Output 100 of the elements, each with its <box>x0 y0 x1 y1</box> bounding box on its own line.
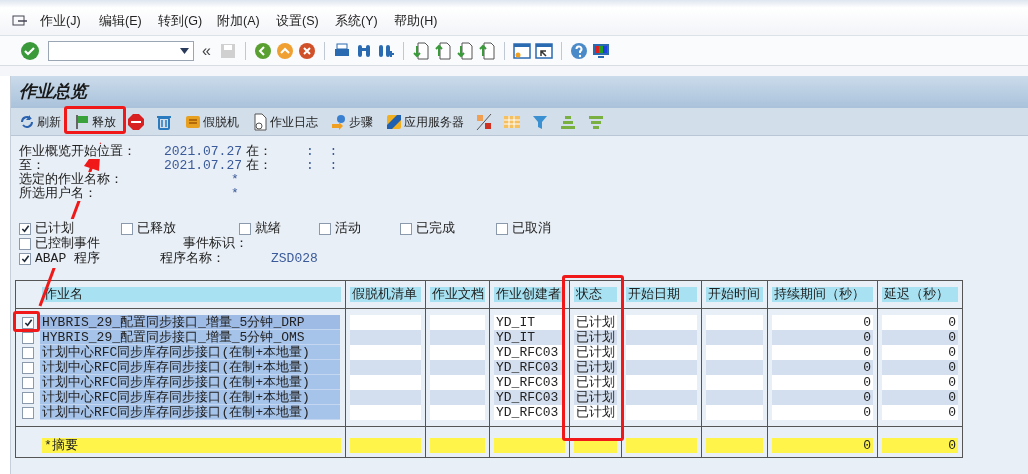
menu-item[interactable]: 设置(S) <box>276 12 335 31</box>
program-name: ZSD028 <box>271 249 318 268</box>
cancel-icon[interactable] <box>297 41 316 60</box>
table-cell: 0 <box>772 345 873 360</box>
table-cell <box>626 330 697 345</box>
table-cell: 0 <box>772 330 873 345</box>
table-cell <box>626 345 697 360</box>
help-icon[interactable] <box>569 41 588 60</box>
row-checkbox[interactable] <box>22 361 34 374</box>
check-icon <box>20 254 30 263</box>
summary-cell <box>494 438 565 453</box>
toolbar-button[interactable]: 步骤 <box>329 112 374 131</box>
checkbox[interactable] <box>121 222 133 235</box>
toolbar-button[interactable]: 作业日志 <box>250 112 319 131</box>
menu-item[interactable]: 附加(A) <box>217 12 276 31</box>
table-cell: 0 <box>882 405 958 420</box>
time-value: : : <box>306 145 338 159</box>
table-cell <box>430 345 485 360</box>
table-cell <box>706 375 763 390</box>
checkbox[interactable] <box>496 222 508 235</box>
job-name[interactable]: HYBRIS_29_配置同步接口_增量_5分钟_DRP <box>40 315 340 330</box>
table-cell <box>430 360 485 375</box>
history-button[interactable]: « <box>198 38 215 63</box>
command-field[interactable] <box>48 40 194 61</box>
table-cell: YD_RFC03 <box>494 345 565 360</box>
shortcut-icon[interactable] <box>534 41 553 60</box>
summary-cell <box>350 438 421 453</box>
table-cell <box>626 360 697 375</box>
column-header: 状态 <box>574 287 617 302</box>
field-label: 事件标识： <box>183 234 248 251</box>
table-cell: 0 <box>772 390 873 405</box>
next-page-icon[interactable] <box>455 41 474 60</box>
table-cell: YD_RFC03 <box>494 375 565 390</box>
checkbox[interactable] <box>19 222 31 235</box>
column-header: 作业文档 <box>430 287 485 302</box>
job-name[interactable]: 计划中心RFC同步库存同步接口(在制+本地量) <box>40 360 340 375</box>
column-header: 假脱机清单 <box>350 287 421 302</box>
toolbar-button[interactable]: 应用服务器 <box>384 112 465 131</box>
checkbox[interactable] <box>19 252 31 265</box>
menu-item[interactable]: 作业(J) <box>40 12 99 31</box>
flag-icon[interactable] <box>73 112 91 131</box>
server-icon[interactable] <box>385 112 403 131</box>
document-icon[interactable] <box>251 112 269 131</box>
checkbox[interactable] <box>239 222 251 235</box>
table-cell <box>626 315 697 330</box>
stop-icon[interactable] <box>127 112 145 131</box>
last-page-icon[interactable] <box>477 41 496 60</box>
checkbox[interactable] <box>319 222 331 235</box>
checkbox[interactable] <box>19 237 31 250</box>
table-cell <box>350 405 421 420</box>
date-value: 2021.07.27 <box>164 159 243 173</box>
table-cell: 已计划 <box>574 390 617 405</box>
table-cell <box>430 390 485 405</box>
table-cell: 已计划 <box>574 345 617 360</box>
checkbox[interactable] <box>400 222 412 235</box>
menu-item[interactable]: 帮助(H) <box>394 12 453 31</box>
criteria-value: * <box>231 173 239 187</box>
row-checkbox[interactable] <box>22 346 34 359</box>
table-cell <box>430 375 485 390</box>
table-cell: 0 <box>772 375 873 390</box>
steps-icon[interactable] <box>330 112 348 131</box>
exit-icon[interactable] <box>275 41 294 60</box>
row-checkbox[interactable] <box>22 391 34 404</box>
table-cell: 已计划 <box>574 360 617 375</box>
table-cell: 已计划 <box>574 375 617 390</box>
job-name[interactable]: 计划中心RFC同步库存同步接口(在制+本地量) <box>40 345 340 360</box>
time-value: : : <box>306 159 338 173</box>
menu-item[interactable]: 转到(G) <box>158 12 217 31</box>
toolbar-button[interactable]: 释放 <box>72 112 117 131</box>
check-icon <box>23 318 33 327</box>
column-header: 延迟（秒） <box>882 287 958 302</box>
new-window-icon[interactable] <box>512 41 531 60</box>
row-checkbox[interactable] <box>22 406 34 419</box>
grid-crossed-icon[interactable] <box>475 112 493 131</box>
enter-icon[interactable] <box>20 40 40 61</box>
toolbar-button[interactable]: 假脱机 <box>183 112 240 131</box>
toolbar-button[interactable]: 刷新 <box>17 112 62 131</box>
monitor-icon[interactable] <box>591 41 610 60</box>
menu-item[interactable]: 编辑(E) <box>99 12 158 31</box>
table-cell <box>430 330 485 345</box>
column-header: 持续期间（秒） <box>772 287 873 302</box>
back-icon[interactable] <box>253 41 272 60</box>
table-cell <box>350 315 421 330</box>
row-checkbox[interactable] <box>22 316 34 329</box>
table-cell: 已计划 <box>574 405 617 420</box>
table-cell <box>430 315 485 330</box>
job-name[interactable]: 计划中心RFC同步库存同步接口(在制+本地量) <box>40 375 340 390</box>
table-cell <box>706 360 763 375</box>
highlight-box <box>13 311 40 332</box>
previous-page-icon[interactable] <box>433 41 452 60</box>
table-cell: 0 <box>882 360 958 375</box>
job-name[interactable]: 计划中心RFC同步库存同步接口(在制+本地量) <box>40 390 340 405</box>
menu-icon[interactable] <box>12 14 28 29</box>
job-name[interactable]: 计划中心RFC同步库存同步接口(在制+本地量) <box>40 405 340 420</box>
job-name[interactable]: HYBRIS_29_配置同步接口_增量_5分钟_OMS <box>40 330 340 345</box>
first-page-icon[interactable] <box>411 41 430 60</box>
column-header: 作业创建者 <box>494 287 565 302</box>
row-checkbox[interactable] <box>22 376 34 389</box>
menu-item[interactable]: 系统(Y) <box>335 12 394 31</box>
table-cell <box>350 330 421 345</box>
